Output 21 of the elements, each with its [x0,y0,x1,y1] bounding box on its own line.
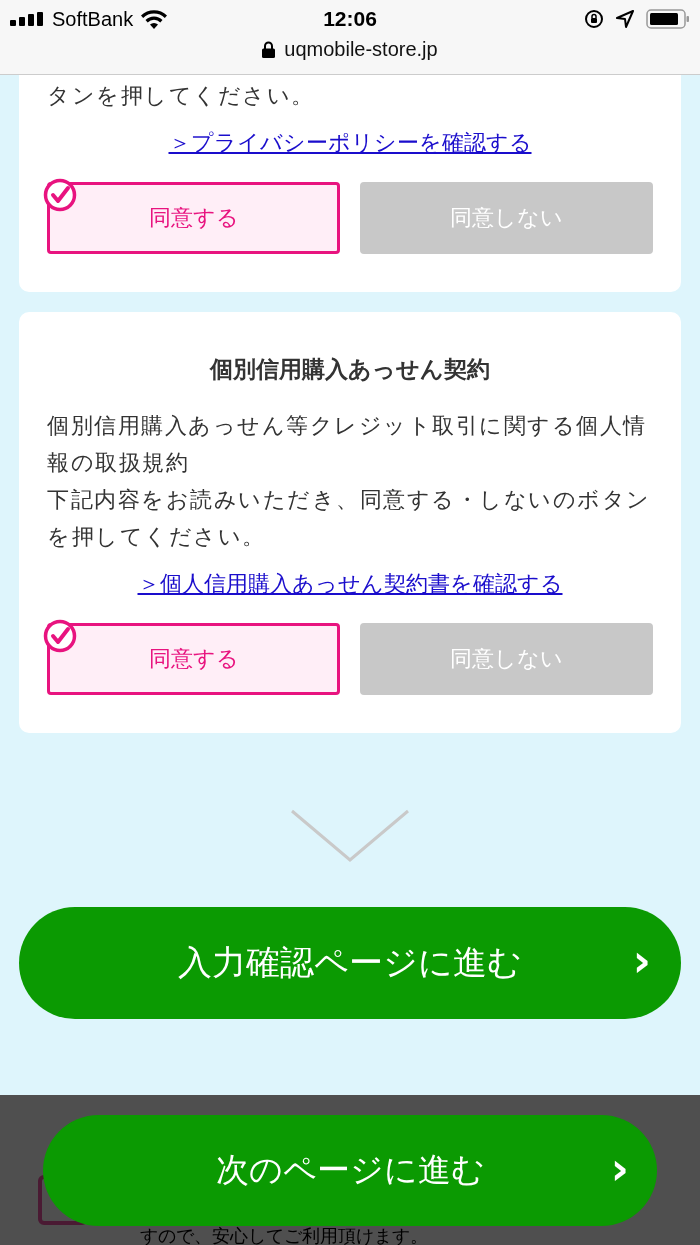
section-title: 個別信用購入あっせん契約 [208,355,491,384]
carrier-name: SoftBank [52,7,134,31]
clock-time: 12:06 [323,7,377,31]
battery-icon [646,9,690,29]
document-link[interactable]: ＞個人信用購入あっせん契約書を確認する [137,571,563,596]
confirm-button[interactable]: 入力確認ページに進む › [19,907,681,1019]
body-text: 個別信用購入あっせん等クレジット取引に関する個人情報の取扱規約 [47,412,648,477]
next-page-button[interactable]: 次のページに進む › [43,1115,657,1226]
check-icon [43,619,77,653]
check-icon [43,178,77,212]
body-text: 下記内容をお読みいただき、同意する・しないのボタンを押してください。 [47,486,652,551]
document-link[interactable]: ＞プライバシーポリシーを確認する [168,130,532,155]
rotation-lock-icon [584,9,604,29]
chevron-down-icon [290,809,410,863]
lock-icon [262,41,276,58]
body-text: タンを押してください。 [47,82,316,110]
location-arrow-icon [616,10,634,28]
url-text[interactable]: uqmobile-store.jp [284,38,438,61]
footer-text: すので、安心してご利用頂けます。 [140,1226,428,1245]
signal-icon [10,12,44,26]
wifi-icon [141,9,168,29]
